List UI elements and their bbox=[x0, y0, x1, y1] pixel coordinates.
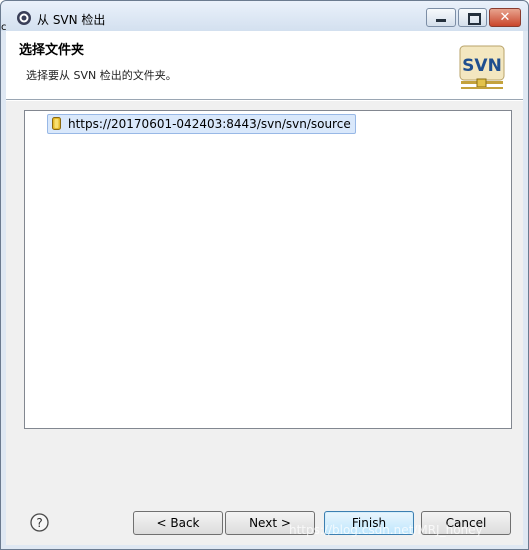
tree-item-label: https://20170601-042403:8443/svn/svn/sou… bbox=[68, 117, 351, 131]
maximize-button[interactable] bbox=[458, 8, 487, 27]
close-button[interactable]: ✕ bbox=[489, 8, 521, 27]
window-title: 从 SVN 检出 bbox=[37, 13, 106, 27]
title-bar[interactable]: 从 SVN 检出 ✕ bbox=[1, 1, 528, 31]
svg-text:SVN: SVN bbox=[462, 56, 502, 76]
help-icon[interactable]: ? bbox=[30, 513, 49, 532]
watermark: https://blog.csdn.net/MRJ_honey bbox=[289, 523, 483, 537]
wizard-content: https://20170601-042403:8443/svn/svn/sou… bbox=[6, 100, 523, 545]
repository-icon bbox=[52, 117, 61, 130]
back-button[interactable]: < Back bbox=[133, 511, 223, 535]
page-title: 选择文件夹 bbox=[19, 43, 85, 58]
checkout-dialog: 从 SVN 检出 ✕ c 选择文件夹 选择要从 SVN 检出的文件夹。 SVN … bbox=[0, 0, 529, 550]
folder-tree[interactable]: https://20170601-042403:8443/svn/svn/sou… bbox=[24, 110, 512, 429]
eclipse-app-icon bbox=[17, 11, 31, 25]
minimize-icon bbox=[436, 19, 446, 22]
close-icon: ✕ bbox=[499, 10, 511, 25]
maximize-icon bbox=[468, 13, 481, 25]
page-description: 选择要从 SVN 检出的文件夹。 bbox=[26, 69, 177, 82]
svn-logo-icon: SVN bbox=[459, 45, 505, 89]
wizard-header: 选择文件夹 选择要从 SVN 检出的文件夹。 SVN bbox=[6, 31, 523, 100]
minimize-button[interactable] bbox=[426, 8, 456, 27]
tree-item[interactable]: https://20170601-042403:8443/svn/svn/sou… bbox=[47, 114, 356, 134]
help-glyph: ? bbox=[36, 516, 42, 530]
